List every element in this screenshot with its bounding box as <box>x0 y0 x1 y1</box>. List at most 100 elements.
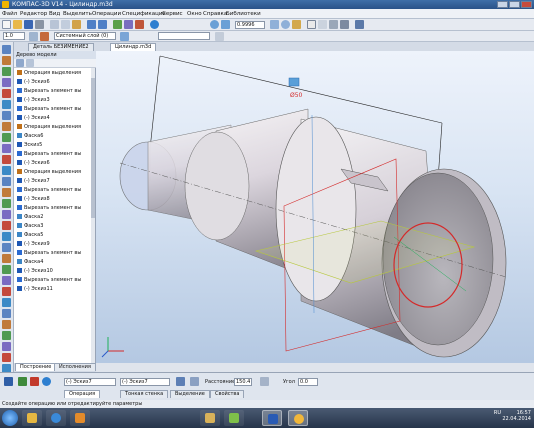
menu-edit[interactable]: Редактор <box>20 11 47 17</box>
compact-toolbar-icon[interactable] <box>2 144 11 153</box>
maximize-button[interactable] <box>509 1 520 8</box>
tree-item[interactable]: (-) Эскиз11 <box>17 285 93 293</box>
tree-item[interactable]: Операция выделения <box>17 123 93 131</box>
zoom-window-icon[interactable] <box>221 20 230 29</box>
model-viewport[interactable]: Ø50 <box>96 51 534 363</box>
tab-operation[interactable]: Операция <box>64 390 101 398</box>
tree-filter-icon[interactable] <box>26 59 34 67</box>
compact-toolbar-icon[interactable] <box>2 166 11 175</box>
menu-file[interactable]: Файл <box>2 11 17 17</box>
layer-icon[interactable] <box>120 32 129 41</box>
compact-toolbar-icon[interactable] <box>2 287 11 296</box>
compact-toolbar-icon[interactable] <box>2 243 11 252</box>
compact-toolbar-icon[interactable] <box>2 221 11 230</box>
tree-item[interactable]: (-) Эскиз3 <box>17 96 93 104</box>
taskbar-word[interactable] <box>262 410 282 426</box>
tree-item[interactable]: (-) Эскиз9 <box>17 240 93 248</box>
tree-view-icon[interactable] <box>16 59 24 67</box>
wireframe-icon[interactable] <box>307 20 316 29</box>
tree-scrollbar[interactable] <box>91 68 95 363</box>
tab-thin-wall[interactable]: Тонкая стенка <box>120 390 169 398</box>
tree-item[interactable]: (-) Эскиз8 <box>17 195 93 203</box>
compact-toolbar-icon[interactable] <box>2 188 11 197</box>
print-icon[interactable] <box>35 20 44 29</box>
stop-icon[interactable] <box>30 377 39 386</box>
compact-toolbar-icon[interactable] <box>2 199 11 208</box>
tree-item[interactable]: Фаска6 <box>17 132 93 140</box>
compact-toolbar-icon[interactable] <box>2 265 11 274</box>
compact-toolbar-icon[interactable] <box>2 133 11 142</box>
tab-construction[interactable]: Построение <box>15 363 57 371</box>
tab-detail[interactable]: Деталь БЕЗИМЕНИЕ2 <box>28 43 94 51</box>
taskbar-media[interactable] <box>70 410 90 426</box>
taskbar-explorer[interactable] <box>22 410 42 426</box>
tab-cylinder[interactable]: Цилиндр.m3d <box>110 43 157 51</box>
local-cs-icon[interactable] <box>40 32 49 41</box>
menu-specification[interactable]: Спецификация <box>122 11 166 17</box>
draft-icon[interactable] <box>260 377 269 386</box>
compact-toolbar-icon[interactable] <box>2 177 11 186</box>
redo-icon[interactable] <box>98 20 107 29</box>
sketch-field-a[interactable]: (-) Эскиз7 <box>64 378 116 386</box>
layer-style-field[interactable]: Системный слой (0) <box>54 32 116 40</box>
compact-toolbar-icon[interactable] <box>2 298 11 307</box>
tree-item[interactable]: Фаска5 <box>17 231 93 239</box>
menu-service[interactable]: Сервис <box>162 11 183 17</box>
tree-item[interactable]: Вырезать элемент вы <box>17 186 93 194</box>
tree-item[interactable]: Вырезать элемент вы <box>17 87 93 95</box>
tab-properties[interactable]: Свойства <box>210 390 245 398</box>
new-document-icon[interactable] <box>2 20 11 29</box>
compact-toolbar-icon[interactable] <box>2 155 11 164</box>
compact-toolbar-icon[interactable] <box>2 67 11 76</box>
tree-item[interactable]: (-) Эскиз6 <box>17 159 93 167</box>
compact-toolbar-icon[interactable] <box>2 122 11 131</box>
tree-item[interactable]: Фаска4 <box>17 258 93 266</box>
tree-item[interactable]: (-) Эскиз10 <box>17 267 93 275</box>
tree-item[interactable]: Вырезать элемент вы <box>17 276 93 284</box>
tree-item[interactable]: (-) Эскиз7 <box>17 177 93 185</box>
menu-select[interactable]: Выделить <box>63 11 92 17</box>
distance-value-field[interactable]: 150.4 <box>234 378 252 386</box>
tree-item[interactable]: Вырезать элемент вы <box>17 105 93 113</box>
minimize-button[interactable] <box>497 1 508 8</box>
taskbar-ie[interactable] <box>46 410 66 426</box>
dimension-marker-icon[interactable] <box>288 77 300 87</box>
empty-field[interactable] <box>158 32 210 40</box>
scale-field[interactable]: 1.0 <box>3 32 25 40</box>
halftone-edges-icon[interactable] <box>340 20 349 29</box>
sketch-field-b[interactable]: (-) Эскиз7 <box>120 378 170 386</box>
compact-toolbar-icon[interactable] <box>2 254 11 263</box>
grid-icon[interactable] <box>29 32 38 41</box>
panel-pin-icon[interactable] <box>4 377 13 386</box>
tree-item[interactable]: Фаска2 <box>17 213 93 221</box>
tree-item[interactable]: Фаска3 <box>17 222 93 230</box>
menu-view[interactable]: Вид <box>49 11 60 17</box>
direction-icon[interactable] <box>176 377 185 386</box>
clock-date[interactable]: 22.04.2014 <box>502 416 531 422</box>
library-manager-icon[interactable] <box>124 20 133 29</box>
tab-executions[interactable]: Исполнения <box>54 363 96 371</box>
compact-toolbar-icon[interactable] <box>2 309 11 318</box>
compact-toolbar-icon[interactable] <box>2 276 11 285</box>
compact-toolbar-icon[interactable] <box>2 56 11 65</box>
compact-toolbar-icon[interactable] <box>2 353 11 362</box>
compact-toolbar-icon[interactable] <box>2 78 11 87</box>
tree-item[interactable]: Операция выделения <box>17 168 93 176</box>
menu-operations[interactable]: Операции <box>92 11 121 17</box>
undo-icon[interactable] <box>87 20 96 29</box>
zoom-value-field[interactable]: 0.9996 <box>235 21 265 29</box>
tree-item[interactable]: (-) Эскиз4 <box>17 114 93 122</box>
properties-icon[interactable] <box>113 20 122 29</box>
tree-item[interactable]: Вырезать элемент вы <box>17 150 93 158</box>
hidden-lines-icon[interactable] <box>318 20 327 29</box>
dimension-label[interactable]: Ø50 <box>290 92 303 99</box>
compact-toolbar-icon[interactable] <box>2 331 11 340</box>
orientation-icon[interactable] <box>292 20 301 29</box>
halftone-icon[interactable] <box>329 20 338 29</box>
panel-help-icon[interactable] <box>42 377 51 386</box>
snap-icon[interactable] <box>215 32 224 41</box>
menu-libraries[interactable]: Библиотеки <box>226 11 261 17</box>
open-folder-icon[interactable] <box>13 20 22 29</box>
taskbar-paint[interactable] <box>224 410 244 426</box>
compact-toolbar-icon[interactable] <box>2 320 11 329</box>
